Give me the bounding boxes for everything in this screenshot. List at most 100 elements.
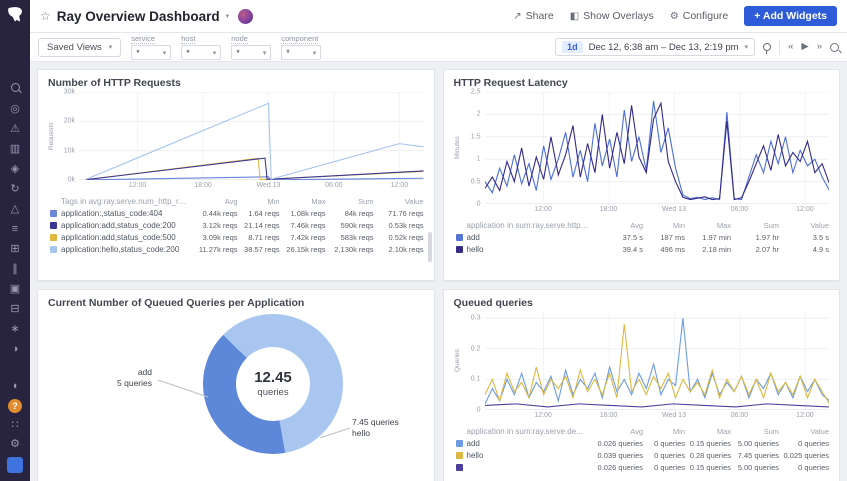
pipelines-icon[interactable]: ∥ <box>5 263 25 276</box>
chat-icon[interactable]: ◖ <box>5 380 25 393</box>
profile-icon[interactable]: ◑ <box>5 343 25 356</box>
title-chevron-down-icon[interactable]: ▾ <box>226 12 230 20</box>
alerts-icon[interactable]: ⚠ <box>5 123 25 136</box>
legend-row[interactable]: 0.026 queries0 queries0.15 queries5.00 q… <box>454 461 830 473</box>
sidebar: ◎ ⚠ ▥ ◈ ↻ △ ≡ ⊞ ∥ ▣ ⊟ ∗ ◑ ◖? ∷ ⚙ <box>0 0 30 481</box>
search-icon[interactable] <box>5 83 25 96</box>
legend: Tags in avg:ray.serve.num_http_req...Avg… <box>48 195 424 255</box>
chart-block: Requests 0k10k20k30k 12:0018:00Wed 1306:… <box>48 92 424 192</box>
watchdog-icon[interactable]: ◎ <box>5 103 25 116</box>
y-axis-label: Queries <box>454 312 463 410</box>
legend-header[interactable]: application in sum:ray.serve.de...AvgMin… <box>454 425 830 437</box>
legend-row[interactable]: add0.026 queries0 queries0.15 queries5.0… <box>454 437 830 449</box>
datadog-logo-icon[interactable] <box>5 5 25 25</box>
filter-label: host <box>181 34 195 44</box>
filter-label: component <box>281 34 318 44</box>
http-requests-chart[interactable] <box>79 92 424 180</box>
legend-row[interactable]: application:,status_code:4040.44k reqs1.… <box>48 207 424 219</box>
sidebar-bottom: ◖? ∷ ⚙ <box>5 380 25 481</box>
share-button[interactable]: ↗ Share <box>513 10 553 22</box>
show-overlays-button[interactable]: ◧ Show Overlays <box>570 10 654 22</box>
legend-header[interactable]: Tags in avg:ray.serve.num_http_req...Avg… <box>48 195 424 207</box>
legend-row[interactable]: hello0.039 queries0 queries0.28 queries7… <box>454 449 830 461</box>
help-icon[interactable]: ? <box>8 399 22 413</box>
filter-label: service <box>131 34 155 44</box>
settings-icon[interactable]: ⚙ <box>5 438 25 451</box>
time-range-picker[interactable]: 1d Dec 12, 6:38 am – Dec 13, 2:19 pm ▾ <box>555 38 755 56</box>
time-controls: 1d Dec 12, 6:38 am – Dec 13, 2:19 pm ▾ «… <box>555 38 839 56</box>
donut-chart[interactable]: 12.45 queries add 5 queries 7.45 queries <box>48 312 424 481</box>
logs-icon[interactable]: ≡ <box>5 223 25 236</box>
legend-scrollbar[interactable] <box>428 232 432 262</box>
filter-value-component[interactable]: *▾ <box>281 45 321 60</box>
chart-block: Minutes 00.511.522.5 12:0018:00Wed 1306:… <box>454 92 830 216</box>
user-avatar[interactable] <box>7 457 23 473</box>
add-widgets-button[interactable]: + Add Widgets <box>744 6 837 26</box>
chevron-down-icon: ▾ <box>213 49 217 57</box>
infrastructure-icon[interactable]: ◈ <box>5 163 25 176</box>
ci-cd-icon[interactable]: ↻ <box>5 183 25 196</box>
legend-row[interactable]: application:hello,status_code:20011.27k … <box>48 243 424 255</box>
x-axis-ticks: 12:0018:00Wed 1306:0012:00 <box>485 410 830 422</box>
legend: application in sum:ray.serve.de...AvgMin… <box>454 425 830 473</box>
time-preset-chip[interactable]: 1d <box>562 41 583 53</box>
database-icon[interactable]: ⊟ <box>5 303 25 316</box>
y-axis-ticks: 00.10.20.3 <box>463 312 485 410</box>
topbar-actions: ↗ Share ◧ Show Overlays ⚙ Configure + Ad… <box>513 6 837 26</box>
sidebar-nav: ◎ ⚠ ▥ ◈ ↻ △ ≡ ⊞ ∥ ▣ ⊟ ∗ ◑ <box>5 83 25 356</box>
dashboards-icon[interactable]: ▥ <box>5 143 25 156</box>
legend-row[interactable]: add37.5 s187 ms1.97 min1.97 hr3.5 s <box>454 231 830 243</box>
play-button[interactable]: ▶ <box>801 42 808 52</box>
template-variable-component: component*▾ <box>281 34 321 60</box>
widget-http-latency: HTTP Request Latency Minutes 00.511.522.… <box>443 69 841 281</box>
x-axis-ticks: 12:0018:00Wed 1306:0012:00 <box>79 180 424 192</box>
http-latency-chart[interactable] <box>485 92 830 204</box>
configure-button[interactable]: ⚙ Configure <box>670 10 729 22</box>
share-icon: ↗ <box>513 11 521 22</box>
apps-grid-icon[interactable]: ∷ <box>5 419 25 432</box>
legend-row[interactable]: application:add,status_code:5003.09k req… <box>48 231 424 243</box>
donut-label-add: add 5 queries <box>76 367 152 390</box>
divider <box>779 40 780 54</box>
chevron-down-icon: ▾ <box>109 43 113 51</box>
jump-forward-button[interactable]: » <box>817 42 822 52</box>
legend-row[interactable]: application:add,status_code:2003.12k req… <box>48 219 424 231</box>
y-axis-label: Requests <box>48 92 57 180</box>
widget-queued-donut: Current Number of Queued Queries per App… <box>37 289 435 481</box>
widget-title: HTTP Request Latency <box>454 77 830 89</box>
filterbar: Saved Views ▾ service*▾host*▾node*▾compo… <box>30 33 847 62</box>
time-range-text: Dec 12, 6:38 am – Dec 13, 2:19 pm <box>589 42 739 53</box>
saved-views-dropdown[interactable]: Saved Views ▾ <box>38 38 121 57</box>
widget-title: Number of HTTP Requests <box>48 77 424 89</box>
pin-icon[interactable] <box>763 43 771 51</box>
widget-title: Current Number of Queued Queries per App… <box>48 297 424 309</box>
apm-icon[interactable]: △ <box>5 203 25 216</box>
y-axis-ticks: 0k10k20k30k <box>57 92 79 180</box>
template-variable-node: node*▾ <box>231 34 271 60</box>
chevron-down-icon: ▾ <box>263 49 267 57</box>
app: ◎ ⚠ ▥ ◈ ↻ △ ≡ ⊞ ∥ ▣ ⊟ ∗ ◑ ◖? ∷ ⚙ ☆ Ray Overview Dashbo… <box>0 0 847 481</box>
widget-title: Queued queries <box>454 297 830 309</box>
zoom-out-icon[interactable] <box>830 43 839 52</box>
leader-lines <box>48 312 424 481</box>
filter-value-node[interactable]: *▾ <box>231 45 271 60</box>
y-axis-label: Minutes <box>454 92 463 204</box>
filter-value-host[interactable]: *▾ <box>181 45 221 60</box>
jump-back-button[interactable]: « <box>788 42 793 52</box>
filter-value-service[interactable]: *▾ <box>131 45 171 60</box>
page-title: Ray Overview Dashboard <box>57 9 220 24</box>
queued-queries-chart[interactable] <box>485 312 830 410</box>
widget-queued-queries: Queued queries Queries 00.10.20.3 12:001… <box>443 289 841 481</box>
network-icon[interactable]: ⊞ <box>5 243 25 256</box>
main: ☆ Ray Overview Dashboard ▾ ↗ Share ◧ Sho… <box>30 0 847 481</box>
legend: application in sum:ray.serve.http_reques… <box>454 219 830 255</box>
gear-icon: ⚙ <box>670 11 679 22</box>
chevron-down-icon: ▾ <box>313 49 317 57</box>
security-icon[interactable]: ▣ <box>5 283 25 296</box>
y-axis-ticks: 00.511.522.5 <box>463 92 485 204</box>
widget-http-requests: Number of HTTP Requests Requests 0k10k20… <box>37 69 435 281</box>
legend-row[interactable]: hello39.4 s496 ms2.18 min2.07 hr4.9 s <box>454 243 830 255</box>
legend-header[interactable]: application in sum:ray.serve.http_reques… <box>454 219 830 231</box>
favorite-star-icon[interactable]: ☆ <box>40 9 51 23</box>
integrations-icon[interactable]: ∗ <box>5 323 25 336</box>
